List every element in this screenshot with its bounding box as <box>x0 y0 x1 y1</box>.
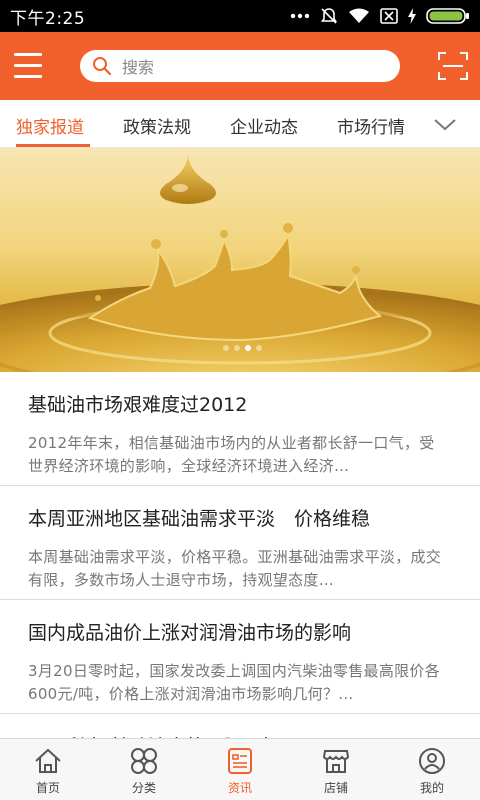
news-title: 国内成品油价上涨对润滑油市场的影响 <box>28 622 352 644</box>
nav-store[interactable]: 店铺 <box>288 739 384 800</box>
tab-exclusive-reports[interactable]: 独家报道 <box>16 113 84 138</box>
nav-label: 资讯 <box>227 781 252 795</box>
banner-carousel[interactable] <box>0 148 480 372</box>
category-tabs: 独家报道 政策法规 企业动态 市场行情 <box>0 100 480 148</box>
pagination-dot-active[interactable] <box>245 345 251 351</box>
charging-icon <box>408 8 416 24</box>
news-item[interactable]: 本周亚洲地区基础油需求平淡 价格维稳 本周基础油需求平淡，价格平稳。亚洲基础油需… <box>0 486 480 600</box>
status-bar: 下午2:25 <box>0 0 480 32</box>
nav-label: 店铺 <box>323 781 348 795</box>
news-item[interactable]: 国内成品油价上涨对润滑油市场的影响 3月20日零时起，国家发改委上调国内汽柴油零… <box>0 600 480 714</box>
nav-home[interactable]: 首页 <box>0 739 96 800</box>
tab-policy-regulations[interactable]: 政策法规 <box>123 113 191 138</box>
nav-label: 首页 <box>35 781 60 795</box>
news-summary: 2012年年末，相信基础油市场内的从业者都长舒一口气，受世界经济环境的影响，全球… <box>28 434 435 475</box>
nav-label: 我的 <box>419 781 444 795</box>
active-tab-indicator <box>16 144 90 147</box>
pagination-dot[interactable] <box>223 345 229 351</box>
search-icon <box>93 57 112 76</box>
tab-market-quotes[interactable]: 市场行情 <box>337 113 405 138</box>
news-title: 本周亚洲地区基础油需求平淡 价格维稳 <box>28 508 371 530</box>
news-summary: 3月20日零时起，国家发改委上调国内汽柴油零售最高限价各600元/吨，价格上涨对… <box>28 662 441 703</box>
news-item[interactable]: 基础油市场艰难度过2012 2012年年末，相信基础油市场内的从业者都长舒一口气… <box>0 372 480 486</box>
profile-icon <box>419 748 445 774</box>
news-title: 基础油市场艰难度过2012 <box>28 394 248 416</box>
home-icon <box>35 748 61 773</box>
pagination-dot[interactable] <box>256 345 262 351</box>
oil-splash-image <box>0 154 480 372</box>
category-icon <box>131 748 157 774</box>
search-placeholder: 搜索 <box>122 58 155 77</box>
store-icon <box>322 750 350 773</box>
nav-category[interactable]: 分类 <box>96 739 192 800</box>
nav-profile[interactable]: 我的 <box>384 739 480 800</box>
nav-news[interactable]: 资讯 <box>192 739 288 800</box>
banner-pagination <box>223 345 262 351</box>
menu-icon[interactable] <box>14 53 42 79</box>
tab-company-news[interactable]: 企业动态 <box>230 113 298 138</box>
bottom-navigation: 首页 分类 资讯 店铺 我的 <box>0 738 480 800</box>
status-time: 下午2:25 <box>10 8 86 29</box>
wifi-icon <box>349 8 369 23</box>
chevron-down-icon[interactable] <box>432 114 458 134</box>
nav-label: 分类 <box>131 781 156 795</box>
app-header: 搜索 <box>0 32 480 100</box>
news-summary: 本周基础油需求平淡，价格平稳。亚洲基础油需求平淡，成交有限，多数市场人士退守市场… <box>28 548 442 589</box>
battery-icon <box>426 8 469 24</box>
no-sim-icon <box>380 8 398 24</box>
pagination-dot[interactable] <box>234 345 240 351</box>
scan-icon[interactable] <box>438 52 468 80</box>
news-icon <box>228 748 252 774</box>
search-input[interactable]: 搜索 <box>80 50 400 82</box>
app-screen: 下午2:25 搜索 独家报道 政策法规 企业动态 市场行情 基础油市场艰难度过2… <box>0 0 480 800</box>
more-dots-icon <box>290 13 310 19</box>
status-icons <box>290 7 470 25</box>
mute-icon <box>320 8 338 24</box>
